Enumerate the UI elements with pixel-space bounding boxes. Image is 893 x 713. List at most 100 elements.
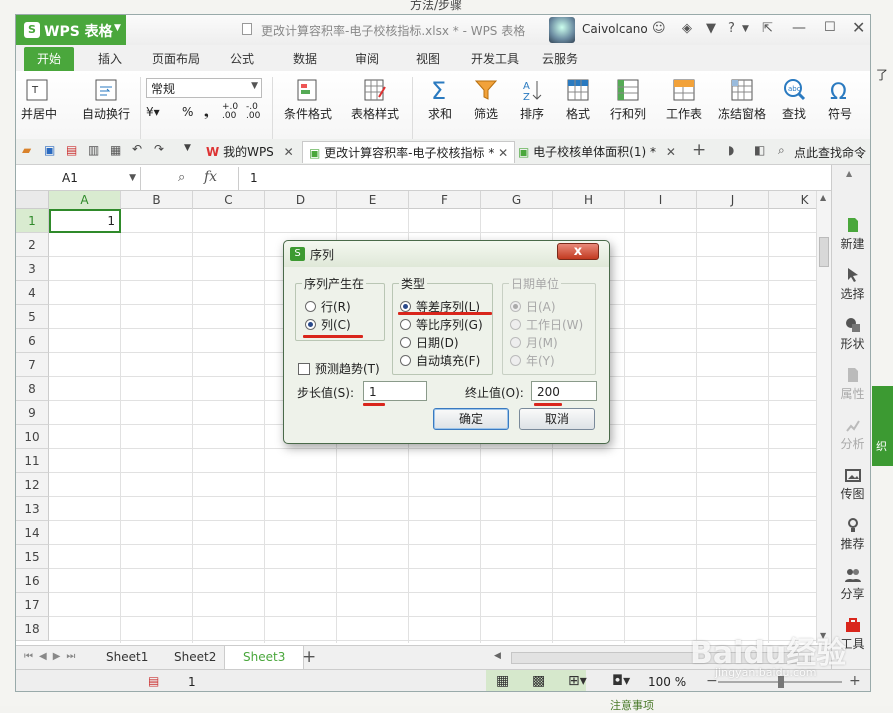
restore-window-icon[interactable]: ⇱ xyxy=(762,21,773,36)
insert-function-icon[interactable]: fx xyxy=(204,169,217,185)
close-icon[interactable]: ✕ xyxy=(284,145,294,159)
row-header[interactable]: 12 xyxy=(16,473,49,497)
panel-collapse-icon[interactable]: ▲ xyxy=(846,169,852,178)
tab-home[interactable]: 开始 xyxy=(24,47,74,71)
panel-new[interactable]: 新建 xyxy=(832,217,870,252)
trend-checkbox[interactable]: 预测趋势(T) xyxy=(298,360,380,377)
panel-select[interactable]: 选择 xyxy=(832,267,870,302)
notification-icon[interactable]: ☺ xyxy=(652,21,666,36)
radio-day[interactable]: 日(A) xyxy=(510,298,556,315)
tab-view[interactable]: 视图 xyxy=(416,50,440,67)
collapse-icon[interactable]: ◧ xyxy=(754,143,765,157)
row-header[interactable]: 15 xyxy=(16,545,49,569)
decrease-decimal-button[interactable]: -.0.00 xyxy=(246,103,260,121)
radio-row[interactable]: 行(R) xyxy=(305,298,351,315)
close-icon[interactable]: ✕ xyxy=(666,145,676,159)
tab-cloud[interactable]: 云服务 xyxy=(542,50,578,67)
save-icon[interactable]: ▣ xyxy=(44,143,55,157)
merge-center-button[interactable]: T 并居中 xyxy=(16,77,62,122)
tab-developer[interactable]: 开发工具 xyxy=(471,50,519,67)
radio-month[interactable]: 月(M) xyxy=(510,334,558,351)
command-search[interactable]: 点此查找命令 xyxy=(794,144,866,161)
tab-review[interactable]: 审阅 xyxy=(355,50,379,67)
currency-button[interactable]: ¥▾ xyxy=(146,105,160,119)
export-pdf-icon[interactable]: ▤ xyxy=(66,143,77,157)
tab-sheet2[interactable]: Sheet2 xyxy=(174,650,216,664)
skin-icon[interactable]: ◈ xyxy=(682,21,692,36)
search-icon[interactable]: ⌕ xyxy=(778,143,785,158)
row-header[interactable]: 5 xyxy=(16,305,49,329)
dialog-close-button[interactable]: x xyxy=(557,243,599,260)
row-header[interactable]: 2 xyxy=(16,233,49,257)
radio-year[interactable]: 年(Y) xyxy=(510,352,555,369)
panel-upload-image[interactable]: 传图 xyxy=(832,467,870,502)
print-icon[interactable]: ▥ xyxy=(88,143,99,157)
column-header[interactable]: F xyxy=(409,191,481,209)
number-format-select[interactable]: 常规 ▼ xyxy=(146,78,262,98)
panel-analysis[interactable]: 分析 xyxy=(832,417,870,452)
column-header[interactable]: J xyxy=(697,191,769,209)
new-tab-icon[interactable]: + xyxy=(692,140,706,160)
formula-input[interactable]: 1 xyxy=(250,171,258,185)
page-break-view-icon[interactable]: ▩ xyxy=(532,673,545,689)
increase-decimal-button[interactable]: +.0.00 xyxy=(222,103,238,121)
rows-columns-button[interactable]: 行和列 xyxy=(602,77,654,122)
scrollbar-thumb[interactable] xyxy=(819,237,829,267)
freeze-panes-button[interactable]: 冻结窗格 xyxy=(714,77,770,122)
print-preview-icon[interactable]: ▦ xyxy=(110,143,121,157)
wrap-text-button[interactable]: 自动换行 xyxy=(78,77,134,122)
close-icon[interactable]: ✕ xyxy=(498,146,508,160)
background-green-tab[interactable]: 织 xyxy=(872,386,893,466)
sheet-nav-icons[interactable]: ⏮◀▶⏭ xyxy=(24,651,81,662)
column-header[interactable]: K xyxy=(769,191,816,209)
maximize-icon[interactable]: ☐ xyxy=(824,20,836,35)
row-header[interactable]: 14 xyxy=(16,521,49,545)
page-layout-view-icon[interactable]: ⊞▾ xyxy=(568,673,587,689)
percent-button[interactable]: % xyxy=(182,105,193,119)
stop-value-input[interactable]: 200 xyxy=(531,381,597,401)
radio-date[interactable]: 日期(D) xyxy=(400,334,459,351)
panel-shapes[interactable]: 形状 xyxy=(832,317,870,352)
column-header[interactable]: B xyxy=(121,191,193,209)
vertical-scrollbar[interactable]: ▲ ▼ xyxy=(816,191,831,643)
row-header[interactable]: 11 xyxy=(16,449,49,473)
conditional-format-button[interactable]: 条件格式 xyxy=(278,77,338,122)
chevron-down-icon[interactable]: ▼ xyxy=(742,24,749,34)
worksheet-button[interactable]: 工作表 xyxy=(656,77,712,122)
open-folder-icon[interactable]: ▰ xyxy=(22,143,31,157)
tab-active-document[interactable]: ▣ 更改计算容积率-电子校核指标 * ✕ xyxy=(302,141,516,163)
radio-column[interactable]: 列(C) xyxy=(305,316,351,333)
step-value-input[interactable]: 1 xyxy=(363,381,427,401)
column-header[interactable]: G xyxy=(481,191,553,209)
shirt-icon[interactable]: ▼ xyxy=(706,21,716,36)
ok-button[interactable]: 确定 xyxy=(433,408,509,430)
wps-menu-button[interactable]: S WPS 表格 ▼ xyxy=(16,15,126,45)
name-box[interactable]: A1 ▼ xyxy=(16,167,141,190)
cancel-button[interactable]: 取消 xyxy=(519,408,595,430)
row-header[interactable]: 18 xyxy=(16,617,49,641)
column-header[interactable]: D xyxy=(265,191,337,209)
row-header[interactable]: 13 xyxy=(16,497,49,521)
select-all-corner[interactable] xyxy=(16,191,49,209)
tab-sheet3[interactable]: Sheet3 xyxy=(224,646,305,670)
username[interactable]: Caivolcano xyxy=(582,22,648,36)
row-header[interactable]: 1 xyxy=(16,209,49,233)
add-sheet-icon[interactable]: + xyxy=(302,647,316,667)
user-avatar[interactable] xyxy=(549,17,575,43)
panel-share[interactable]: 分享 xyxy=(832,567,870,602)
tab-data[interactable]: 数据 xyxy=(293,50,317,67)
column-header[interactable]: I xyxy=(625,191,697,209)
zoom-in-icon[interactable]: + xyxy=(849,673,861,689)
row-header[interactable]: 7 xyxy=(16,353,49,377)
scroll-left-icon[interactable]: ◀ xyxy=(494,651,501,661)
symbol-button[interactable]: Ω 符号 xyxy=(818,77,862,122)
row-header[interactable]: 9 xyxy=(16,401,49,425)
format-button[interactable]: 格式 xyxy=(556,77,600,122)
redo-icon[interactable]: ↷ xyxy=(154,142,164,156)
row-header[interactable]: 10 xyxy=(16,425,49,449)
tab-sheet1[interactable]: Sheet1 xyxy=(106,650,148,664)
close-icon[interactable]: ✕ xyxy=(852,18,865,37)
minimize-icon[interactable]: — xyxy=(792,20,806,36)
panel-recommend[interactable]: 推荐 xyxy=(832,517,870,552)
sum-button[interactable]: Σ 求和 xyxy=(418,77,462,122)
